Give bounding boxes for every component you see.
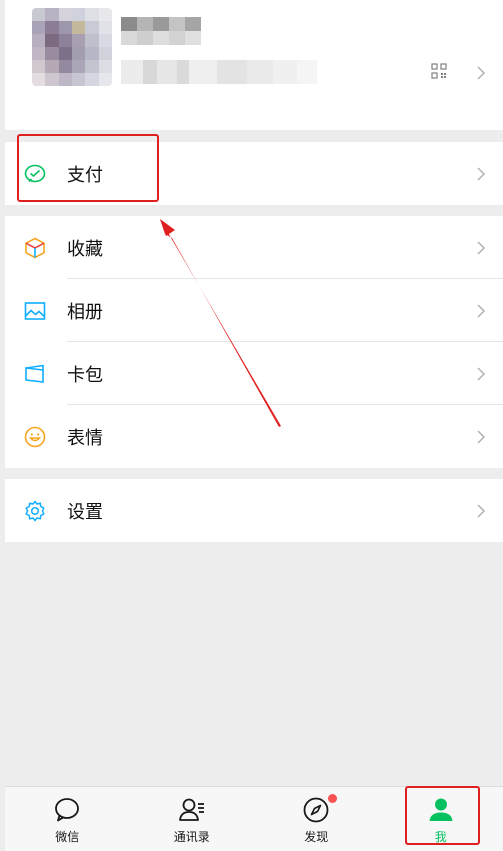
bottom-tab-bar: 微信 通讯录 发现 我 — [5, 786, 503, 851]
person-icon — [429, 798, 453, 821]
notification-dot — [328, 794, 337, 803]
menu-item-label: 收藏 — [67, 238, 103, 260]
image-icon — [24, 301, 46, 320]
compass-icon — [303, 797, 329, 823]
tab-discover[interactable]: 发现 — [254, 787, 379, 851]
menu-item-label: 卡包 — [67, 364, 103, 386]
tab-chats[interactable]: 微信 — [5, 787, 130, 851]
wechat-me-screen: 支付 收藏 相册 卡包 表情 设置 微信 通讯录 发现 我 — [5, 0, 503, 851]
chevron-right-icon — [477, 503, 486, 518]
menu-item-settings[interactable]: 设置 — [5, 479, 503, 542]
chat-bubble-icon — [55, 798, 80, 822]
tab-contacts[interactable]: 通讯录 — [130, 787, 255, 851]
profile-chevron-right-icon — [477, 66, 486, 80]
qr-code-icon[interactable] — [431, 63, 447, 79]
pay-section: 支付 — [5, 142, 503, 205]
wechat-pay-icon — [24, 164, 46, 182]
menu-item-stickers[interactable]: 表情 — [5, 405, 503, 468]
wallet-icon — [25, 364, 44, 383]
chevron-right-icon — [477, 240, 486, 255]
settings-section: 设置 — [5, 479, 503, 542]
contacts-icon — [178, 798, 204, 821]
chevron-right-icon — [477, 366, 486, 381]
tab-label: 我 — [434, 830, 447, 844]
menu-item-cards[interactable]: 卡包 — [5, 342, 503, 405]
menu-item-favorites[interactable]: 收藏 — [5, 216, 503, 279]
cube-icon — [25, 237, 45, 258]
smiley-icon — [24, 426, 46, 447]
avatar[interactable] — [32, 8, 112, 86]
tab-label: 微信 — [55, 830, 80, 844]
menu-item-pay[interactable]: 支付 — [5, 142, 503, 205]
tab-label: 通讯录 — [173, 830, 210, 844]
chevron-right-icon — [477, 429, 486, 444]
chevron-right-icon — [477, 303, 486, 318]
profile-header[interactable] — [5, 0, 503, 130]
gear-icon — [25, 500, 45, 521]
menu-item-album[interactable]: 相册 — [5, 279, 503, 342]
menu-item-label: 设置 — [67, 501, 103, 523]
tab-me[interactable]: 我 — [379, 787, 503, 851]
menu-item-label: 表情 — [67, 427, 103, 449]
wechat-id-blurred — [121, 60, 317, 84]
menu-item-label: 相册 — [67, 301, 103, 323]
tab-label: 发现 — [304, 830, 329, 844]
menu-item-label: 支付 — [67, 164, 103, 186]
chevron-right-icon — [477, 166, 486, 181]
nickname-blurred — [121, 17, 201, 45]
features-section: 收藏 相册 卡包 表情 — [5, 216, 503, 468]
